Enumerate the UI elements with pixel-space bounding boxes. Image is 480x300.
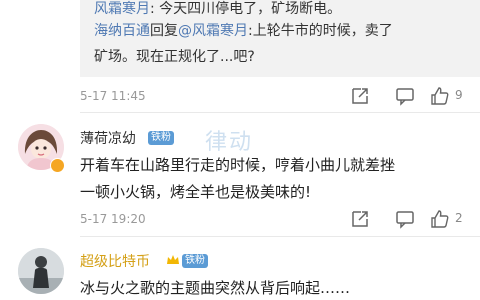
fan-badge: 铁粉 (148, 131, 174, 145)
share-icon[interactable] (350, 209, 370, 229)
comment-text-line: 冰与火之歌的主题曲突然从背后响起…… (80, 279, 351, 297)
comment-time: 5-17 11:45 (80, 89, 146, 103)
quote-line-1: 风霜寒月: 今天四川停电了，矿场断电。 (94, 0, 341, 18)
crown-icon (167, 255, 179, 264)
quote-line-2: 海纳百通回复@风霜寒月:上轮牛市的时候，卖了 (94, 20, 393, 40)
comment-text-line: 开着车在山路里行走的时候，哼着小曲儿就差挫 (80, 156, 396, 174)
fan-badge: 铁粉 (182, 254, 208, 268)
verified-icon (50, 158, 65, 173)
quote-text: :上轮牛市的时候，卖了 (248, 23, 393, 39)
like-icon[interactable] (430, 86, 450, 106)
divider (80, 112, 480, 113)
like-count: 9 (455, 88, 463, 102)
quote-user-link[interactable]: 海纳百通 (94, 23, 150, 39)
quote-user-link[interactable]: 风霜寒月 (94, 1, 150, 17)
quote-text: : 今天四川停电了，矿场断电。 (150, 1, 342, 17)
reply-word: 回复 (150, 23, 178, 39)
divider (80, 236, 480, 237)
comment-icon[interactable] (395, 86, 415, 106)
comment-text-line: 一顿小火锅，烤全羊也是极美味的! (80, 183, 312, 201)
like-icon[interactable] (430, 209, 450, 229)
like-count: 2 (455, 211, 463, 225)
share-icon[interactable] (350, 86, 370, 106)
quote-line-3: 矿场。现在正规化了...吧? (94, 46, 255, 66)
comment-icon[interactable] (395, 209, 415, 229)
quote-text: 矿场。现在正规化了...吧? (94, 49, 255, 65)
comment-username[interactable]: 薄荷凉幼 (80, 128, 136, 148)
watermark: 律动 (205, 130, 254, 155)
comment-time: 5-17 19:20 (80, 212, 146, 226)
comment-username[interactable]: 超级比特币 (80, 251, 150, 271)
avatar[interactable] (18, 248, 64, 294)
mention-link[interactable]: @风霜寒月 (178, 23, 248, 39)
